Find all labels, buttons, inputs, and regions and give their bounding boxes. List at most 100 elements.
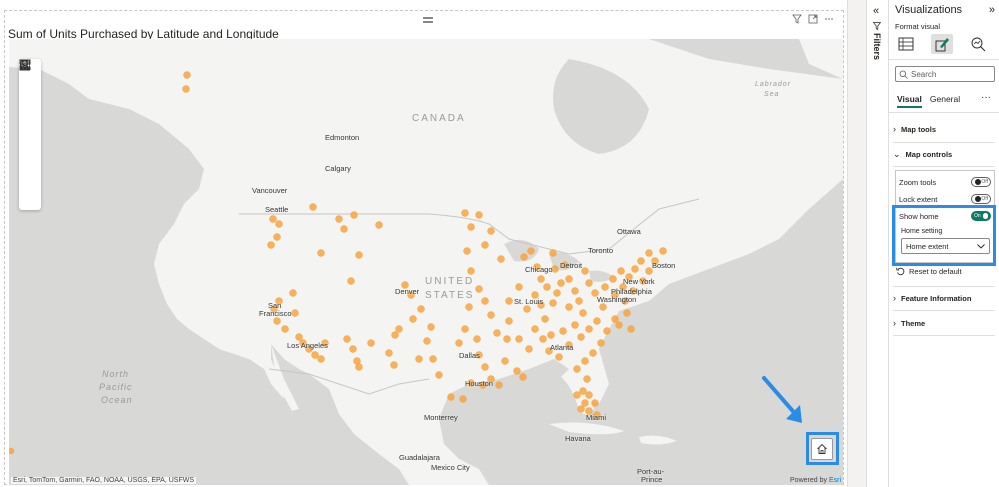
more-options-icon[interactable]: ··· xyxy=(981,92,991,103)
focus-mode-icon[interactable] xyxy=(807,13,819,25)
data-point xyxy=(519,373,527,381)
reset-to-default-button[interactable]: Reset to default xyxy=(896,267,962,276)
map-area[interactable]: CANADA Labrador Sea North Pacific Ocean … xyxy=(9,39,843,485)
format-visual-icon[interactable] xyxy=(931,34,953,54)
filters-label-text: Filters xyxy=(872,33,882,61)
label-toronto: Toronto xyxy=(588,246,614,255)
data-point xyxy=(515,335,523,343)
data-point xyxy=(435,371,443,379)
data-point xyxy=(591,399,599,407)
data-point xyxy=(513,367,521,375)
pane-icon-row xyxy=(895,34,989,54)
search-icon[interactable] xyxy=(20,60,40,166)
more-options-icon[interactable] xyxy=(823,13,835,25)
reset-label: Reset to default xyxy=(909,267,962,276)
analytics-icon[interactable] xyxy=(967,34,989,54)
section-theme[interactable]: › Theme xyxy=(893,318,995,328)
data-point xyxy=(481,241,489,249)
data-point xyxy=(585,325,593,333)
select-rect-icon[interactable] xyxy=(20,60,40,145)
data-point xyxy=(501,357,509,365)
data-point xyxy=(623,309,631,317)
data-point xyxy=(347,277,355,285)
build-visual-icon[interactable] xyxy=(895,34,917,54)
data-point xyxy=(467,267,475,275)
tab-visual[interactable]: Visual xyxy=(897,94,922,108)
show-home-highlight xyxy=(892,205,996,266)
data-point xyxy=(505,297,513,305)
visualizations-title: Visualizations xyxy=(895,4,963,16)
data-point xyxy=(593,317,601,325)
label-canada: CANADA xyxy=(412,113,466,124)
chevron-right-icon: › xyxy=(893,124,896,134)
format-visual-label: Format visual xyxy=(895,22,941,31)
data-point xyxy=(427,323,435,331)
filters-label[interactable]: Filters xyxy=(872,22,882,60)
lock-extent-toggle[interactable]: Off xyxy=(971,194,991,204)
section-map-controls[interactable]: ⌄ Map controls xyxy=(893,149,995,160)
data-point xyxy=(571,321,579,329)
chevron-right-icon: › xyxy=(893,293,896,303)
data-point xyxy=(557,279,565,287)
layers-icon[interactable] xyxy=(19,59,40,103)
home-setting-dropdown[interactable]: Home extent xyxy=(901,238,990,254)
data-point xyxy=(611,315,619,323)
powered-by[interactable]: Powered by Esri xyxy=(790,477,841,484)
data-point xyxy=(355,251,363,259)
label-los-angeles: Los Angeles xyxy=(287,341,328,350)
section-divider xyxy=(893,142,995,143)
person-icon[interactable] xyxy=(20,60,40,208)
section-map-tools[interactable]: › Map tools xyxy=(893,124,995,134)
map-tools-toolbar xyxy=(19,59,41,210)
data-point xyxy=(493,329,501,337)
data-point xyxy=(617,267,625,275)
chevron-right-icon: › xyxy=(893,318,896,328)
data-point xyxy=(385,349,393,357)
data-point xyxy=(487,311,495,319)
lock-extent-label: Lock extent xyxy=(899,194,938,204)
section-feature-information[interactable]: › Feature Information xyxy=(893,293,995,303)
bar-chart-icon[interactable] xyxy=(20,61,40,187)
zoom-tools-toggle[interactable]: Off xyxy=(971,177,991,187)
filter-icon[interactable] xyxy=(791,13,803,25)
data-point xyxy=(481,363,489,371)
data-point xyxy=(527,247,535,255)
visual-drag-handle[interactable] xyxy=(423,17,433,23)
section-map-tools-label: Map tools xyxy=(901,124,936,134)
qr-select-icon[interactable] xyxy=(19,59,40,124)
data-point xyxy=(447,393,455,401)
data-point xyxy=(531,325,539,333)
label-san-francisco-line2: Francisco xyxy=(259,309,292,318)
label-washington: Washington xyxy=(597,295,637,304)
data-point xyxy=(585,391,593,399)
tab-general[interactable]: General xyxy=(930,94,960,108)
map-visual[interactable]: Sum of Units Purchased by Latitude and L… xyxy=(4,10,844,485)
label-ocean-line1: North xyxy=(102,369,130,379)
data-point xyxy=(375,221,383,229)
label-labrador-line1: Labrador xyxy=(755,81,792,88)
data-point xyxy=(615,321,623,329)
chevron-double-left-icon[interactable]: « xyxy=(873,5,879,17)
data-point xyxy=(295,333,303,341)
zoom-tools-state: Off xyxy=(981,179,988,185)
format-search-input[interactable]: Search xyxy=(895,66,995,82)
chevron-double-right-icon[interactable]: » xyxy=(989,4,995,16)
data-point xyxy=(343,335,351,343)
home-button[interactable] xyxy=(811,438,833,460)
powerbi-report-window: Sum of Units Purchased by Latitude and L… xyxy=(0,0,999,487)
data-point xyxy=(289,289,297,297)
data-point xyxy=(577,405,585,413)
data-point xyxy=(503,335,511,343)
data-point xyxy=(463,247,471,255)
label-houston: Houston xyxy=(465,379,493,388)
label-calgary: Calgary xyxy=(325,164,351,173)
esri-link[interactable]: Esri xyxy=(829,477,841,484)
data-point xyxy=(475,285,483,293)
data-point xyxy=(577,333,585,341)
data-point xyxy=(390,361,398,369)
data-point xyxy=(473,335,481,343)
data-point xyxy=(565,275,573,283)
map-attribution: Esri, TomTom, Garmin, FAO, NOAA, USGS, E… xyxy=(11,477,196,484)
data-point xyxy=(581,399,589,407)
filters-pane[interactable]: « Filters xyxy=(866,0,889,487)
